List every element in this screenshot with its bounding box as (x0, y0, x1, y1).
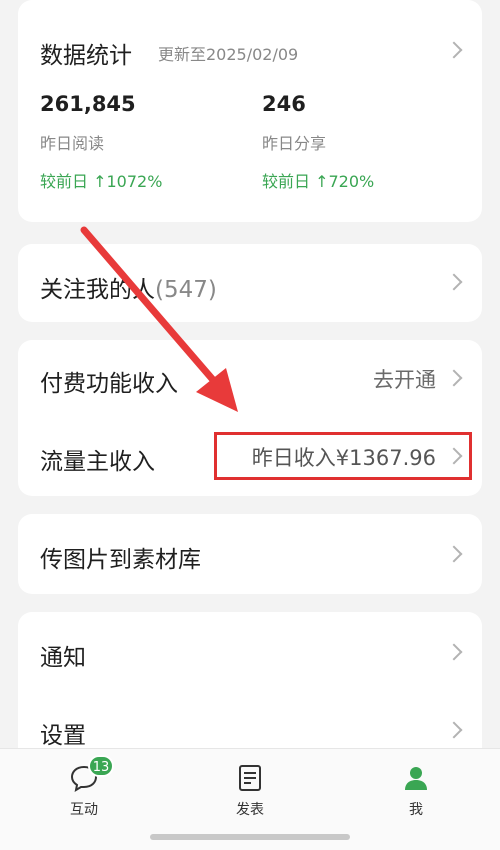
stats-card[interactable]: 数据统计 更新至2025/02/09 261,845 昨日阅读 较前日 ↑107… (18, 0, 482, 222)
notify-row[interactable]: 通知 (18, 612, 482, 690)
notify-label: 通知 (40, 645, 86, 671)
upload-images-label: 传图片到素材库 (40, 547, 201, 573)
chevron-right-icon (445, 273, 463, 291)
document-icon (239, 765, 261, 791)
menu-card: 通知 设置 (18, 612, 482, 762)
chevron-right-icon (445, 721, 463, 739)
chevron-right-icon (445, 643, 463, 661)
followers-count: (547) (155, 277, 217, 303)
stats-title: 数据统计 (40, 43, 132, 69)
notification-badge: 13 (88, 755, 114, 777)
person-icon (405, 767, 427, 790)
nav-interact[interactable]: 13 互动 (44, 755, 124, 819)
chevron-right-icon (445, 41, 463, 59)
stat-shares-change: 较前日 ↑720% (262, 172, 375, 191)
nav-publish-label: 发表 (236, 802, 264, 818)
stat-reads-value: 261,845 (40, 92, 136, 116)
chevron-right-icon (445, 545, 463, 563)
nav-interact-label: 互动 (70, 802, 98, 818)
settings-label: 设置 (40, 723, 86, 749)
stat-reads-label: 昨日阅读 (40, 134, 105, 153)
upload-images-row[interactable]: 传图片到素材库 (18, 514, 482, 594)
chevron-right-icon (445, 369, 463, 387)
followers-label: 关注我的人(547) (40, 270, 217, 304)
paid-income-action: 去开通 (373, 368, 436, 392)
nav-me-label: 我 (409, 802, 423, 818)
traffic-income-label: 流量主收入 (40, 449, 155, 475)
nav-me[interactable]: 我 (376, 763, 456, 819)
stats-updated-date: 更新至2025/02/09 (158, 45, 299, 64)
stat-shares: 246 昨日分享 较前日 ↑720% (262, 92, 462, 192)
highlight-box (214, 432, 472, 480)
income-card: 付费功能收入 去开通 流量主收入 昨日收入¥1367.96 (18, 340, 482, 496)
nav-publish[interactable]: 发表 (210, 763, 290, 819)
stat-reads: 261,845 昨日阅读 较前日 ↑1072% (40, 92, 240, 192)
followers-row[interactable]: 关注我的人(547) (18, 244, 482, 322)
paid-income-label: 付费功能收入 (40, 371, 178, 397)
paid-income-row[interactable]: 付费功能收入 去开通 (18, 340, 482, 418)
followers-label-text: 关注我的人 (40, 277, 155, 303)
stat-shares-value: 246 (262, 92, 306, 116)
home-indicator (150, 834, 350, 840)
stat-shares-label: 昨日分享 (262, 134, 327, 153)
stat-reads-change: 较前日 ↑1072% (40, 172, 163, 191)
